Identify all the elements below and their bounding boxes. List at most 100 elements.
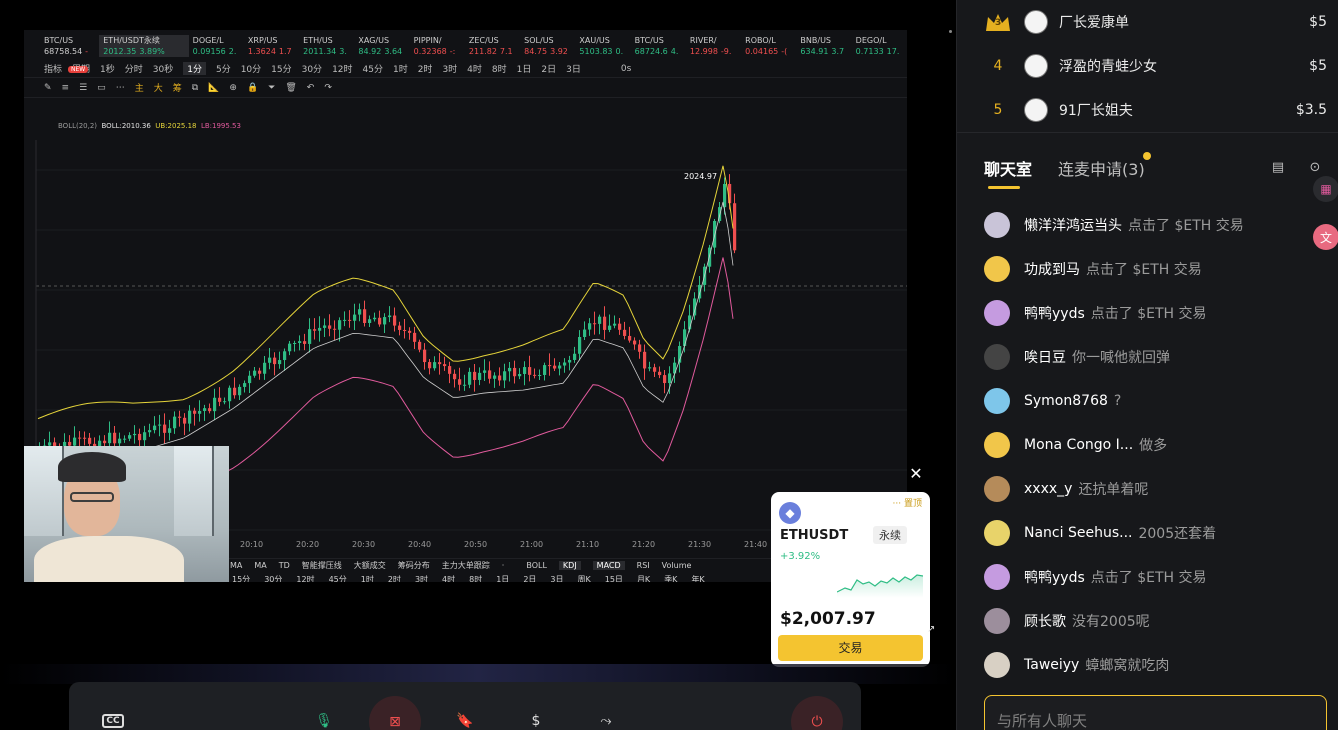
chat-message[interactable]: 顾长歌 没有2005呢 bbox=[984, 606, 1324, 636]
indicator-option[interactable]: 智能撑压线 bbox=[302, 560, 342, 571]
avatar[interactable] bbox=[1024, 54, 1048, 78]
indicator-option[interactable]: KDJ bbox=[558, 561, 581, 570]
control-bar: CC 🎙 ⊠ 🔖 $ ⤳ ⏻ bbox=[69, 682, 861, 730]
rank-number: 4 bbox=[993, 58, 1003, 74]
avatar[interactable] bbox=[984, 256, 1010, 282]
chat-username[interactable]: 功成到马 bbox=[1024, 259, 1080, 279]
decorative-glow bbox=[0, 664, 956, 684]
time-tick: 21:10 bbox=[576, 540, 600, 549]
interval-option[interactable]: 8时 bbox=[469, 574, 482, 582]
tab-link-requests[interactable]: 连麦申请(3) bbox=[1058, 152, 1151, 180]
interval-option[interactable]: 2日 bbox=[523, 574, 536, 582]
avatar[interactable] bbox=[1024, 10, 1048, 34]
interval-option[interactable]: 1日 bbox=[496, 574, 509, 582]
chat-message[interactable]: 懒洋洋鸿运当头 点击了 $ETH 交易 bbox=[984, 210, 1324, 240]
avatar[interactable] bbox=[984, 476, 1010, 502]
grid-icon[interactable]: ▦ bbox=[1313, 176, 1338, 202]
ranking-row[interactable]: 5 91厂长姐夫 $3.5 bbox=[957, 88, 1338, 132]
interval-option[interactable]: 15分 bbox=[232, 574, 250, 582]
popup-symbol: ETHUSDT bbox=[780, 528, 849, 543]
interval-option[interactable]: 季K bbox=[664, 574, 677, 582]
interval-option[interactable]: 1时 bbox=[361, 574, 374, 582]
chat-username[interactable]: 鸭鸭yyds bbox=[1024, 303, 1085, 323]
interval-option[interactable]: 周K bbox=[578, 574, 591, 582]
avatar[interactable] bbox=[984, 432, 1010, 458]
chat-text: ? bbox=[1113, 393, 1122, 409]
chat-username[interactable]: 顾长歌 bbox=[1024, 611, 1066, 631]
app-root: BTC/US 68758.54- ETH/USDT永续 2012.35 3.89% DOG… bbox=[0, 0, 1338, 730]
indicator-option[interactable]: MA bbox=[254, 561, 266, 570]
chat-message[interactable]: 唉日豆 你一喊他就回弹 bbox=[984, 342, 1324, 372]
captions-button[interactable]: CC bbox=[96, 704, 130, 730]
chat-input[interactable]: 与所有人聊天 bbox=[984, 695, 1327, 730]
screen-share-stop-button[interactable]: ⊠ bbox=[369, 696, 421, 730]
avatar[interactable] bbox=[1024, 98, 1048, 122]
interval-option[interactable]: 4时 bbox=[442, 574, 455, 582]
avatar[interactable] bbox=[984, 212, 1010, 238]
chat-message[interactable]: xxxx_y 还抗单着呢 bbox=[984, 474, 1324, 504]
indicator-option[interactable]: MA bbox=[230, 561, 242, 570]
notes-icon[interactable]: ▤ bbox=[1270, 160, 1286, 176]
interval-option[interactable]: 月K bbox=[637, 574, 650, 582]
indicator-option[interactable]: 大额成交 bbox=[354, 560, 386, 571]
avatar[interactable] bbox=[984, 520, 1010, 546]
bookmark-icon[interactable]: 🔖 bbox=[448, 704, 482, 730]
interval-option[interactable]: 年K bbox=[691, 574, 704, 582]
avatar[interactable] bbox=[984, 652, 1010, 678]
interval-option[interactable]: 15日 bbox=[605, 574, 623, 582]
indicator-option[interactable]: TD bbox=[279, 561, 290, 570]
chat-username[interactable]: xxxx_y bbox=[1024, 481, 1072, 497]
indicator-option[interactable]: Volume bbox=[662, 561, 692, 570]
chat-username[interactable]: 鸭鸭yyds bbox=[1024, 567, 1085, 587]
indicator-option[interactable]: MACD bbox=[592, 561, 625, 570]
expand-icon[interactable]: ↗ bbox=[927, 624, 935, 635]
interval-option[interactable]: 12时 bbox=[296, 574, 314, 582]
interval-option[interactable]: 3日 bbox=[550, 574, 563, 582]
streamer-body bbox=[34, 536, 184, 582]
interval-option[interactable]: 45分 bbox=[329, 574, 347, 582]
chat-text: 做多 bbox=[1139, 438, 1168, 454]
mic-icon[interactable]: 🎙 bbox=[307, 704, 341, 730]
high-price-label: 2024.97 bbox=[684, 172, 717, 181]
indicator-option[interactable]: 主力大单跟踪 bbox=[442, 560, 490, 571]
avatar[interactable] bbox=[984, 564, 1010, 590]
tab-chatroom[interactable]: 聊天室 bbox=[984, 156, 1032, 180]
ranking-row[interactable]: 3 厂长爱康单 $5 bbox=[957, 0, 1338, 44]
chat-message[interactable]: Nanci Seehus... 2005还套着 bbox=[984, 518, 1324, 548]
chat-text: 点击了 $ETH 交易 bbox=[1090, 570, 1207, 586]
avatar[interactable] bbox=[984, 388, 1010, 414]
chat-username[interactable]: Mona Congo I... bbox=[1024, 437, 1133, 453]
avatar[interactable] bbox=[984, 300, 1010, 326]
interval-option[interactable]: 30分 bbox=[264, 574, 282, 582]
chat-message[interactable]: Mona Congo I... 做多 bbox=[984, 430, 1324, 460]
chat-message[interactable]: 功成到马 点击了 $ETH 交易 bbox=[984, 254, 1324, 284]
chat-username[interactable]: Taweiyy bbox=[1024, 657, 1079, 673]
chat-username[interactable]: 懒洋洋鸿运当头 bbox=[1024, 215, 1122, 235]
trade-button[interactable]: 交易 bbox=[778, 635, 923, 661]
power-icon[interactable]: ⏻ bbox=[791, 696, 843, 730]
indicator-option[interactable]: RSI bbox=[637, 561, 650, 570]
settings-icon[interactable]: ⊙ bbox=[1307, 160, 1323, 176]
chat-message[interactable]: Taweiyy 蟑螂窝就吃肉 bbox=[984, 650, 1324, 680]
close-icon[interactable]: ✕ bbox=[906, 464, 926, 484]
indicator-option[interactable]: · bbox=[502, 561, 505, 570]
chat-message[interactable]: Symon8768? bbox=[984, 386, 1324, 416]
avatar[interactable] bbox=[984, 344, 1010, 370]
chat-username[interactable]: 唉日豆 bbox=[1024, 347, 1066, 367]
chat-username[interactable]: Symon8768 bbox=[1024, 393, 1108, 409]
indicator-option[interactable]: 筹码分布 bbox=[398, 560, 430, 571]
chat-message[interactable]: 鸭鸭yyds 点击了 $ETH 交易 bbox=[984, 298, 1324, 328]
interval-option[interactable]: 3时 bbox=[415, 574, 428, 582]
chat-username[interactable]: Nanci Seehus... bbox=[1024, 525, 1132, 541]
panel-tabs: 聊天室 连麦申请(3) bbox=[984, 152, 1151, 180]
chat-message[interactable]: 鸭鸭yyds 点击了 $ETH 交易 bbox=[984, 562, 1324, 592]
indicator-option[interactable]: BOLL bbox=[526, 561, 547, 570]
dollar-icon[interactable]: $ bbox=[519, 704, 553, 730]
share-icon[interactable]: ⤳ bbox=[589, 704, 623, 730]
pin-top-button[interactable]: ··· 置顶 bbox=[893, 496, 922, 509]
interval-option[interactable]: 2时 bbox=[388, 574, 401, 582]
avatar[interactable] bbox=[984, 608, 1010, 634]
divider bbox=[957, 132, 1338, 133]
tab-link-label: 连麦申请(3) bbox=[1058, 160, 1145, 179]
ranking-row[interactable]: 4 浮盈的青蛙少女 $5 bbox=[957, 44, 1338, 88]
